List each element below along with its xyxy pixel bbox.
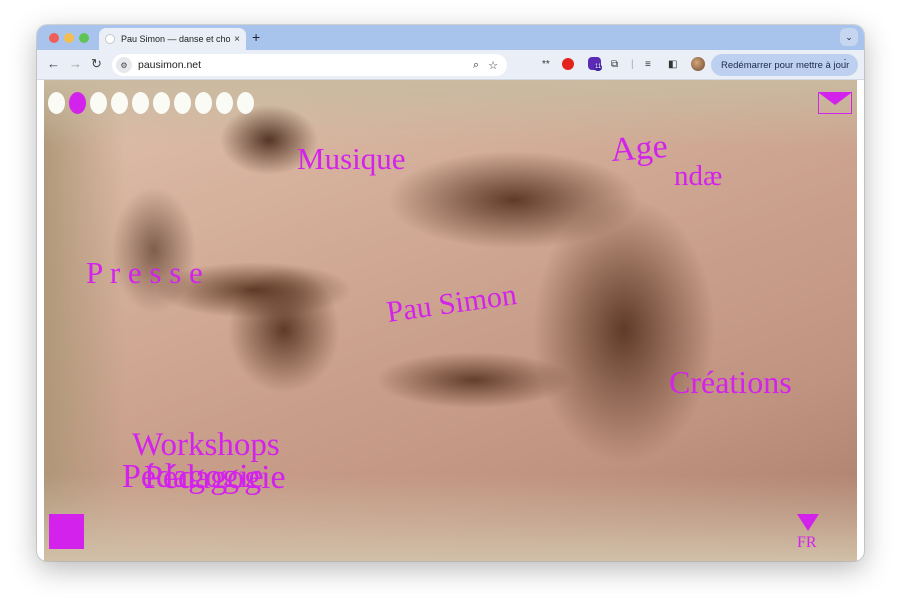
browser-window: Pau Simon — danse et chorég × + ⌄ ← → ↻ … — [37, 25, 864, 561]
slide-indicator — [48, 92, 254, 114]
tab-close-icon[interactable]: × — [234, 34, 240, 45]
back-arrow-icon[interactable]: ← — [47, 57, 60, 71]
slide-dot-active[interactable] — [69, 92, 86, 114]
nav-pau-simon[interactable]: Pau Simon — [385, 278, 519, 329]
reload-icon[interactable]: ↻ — [91, 57, 102, 71]
address-bar[interactable]: ⚙ pausimon.net ⌕ ☆ — [112, 54, 507, 76]
tab-title: Pau Simon — danse et chorég — [121, 34, 231, 44]
slide-dot[interactable] — [90, 92, 107, 114]
slide-dot[interactable] — [195, 92, 212, 114]
nav-agenda-bottom[interactable]: ndæ — [674, 162, 722, 191]
slide-dot[interactable] — [216, 92, 233, 114]
slide-dot[interactable] — [111, 92, 128, 114]
browser-toolbar: ← → ↻ ⚙ pausimon.net ⌕ ☆ ** 11 ⧉ | ≡ ◧ R… — [37, 50, 864, 80]
slide-dot[interactable] — [174, 92, 191, 114]
slide-dot[interactable] — [237, 92, 254, 114]
restart-label: Redémarrer pour mettre à jour — [721, 59, 850, 71]
language-switch[interactable]: FR — [797, 535, 817, 551]
url-text: pausimon.net — [138, 59, 202, 71]
extension-icon[interactable]: ** — [542, 58, 550, 72]
chrome-menu-icon[interactable]: ⋮ — [840, 58, 850, 69]
site-info-icon[interactable]: ⚙ — [116, 57, 132, 73]
mail-icon[interactable] — [818, 92, 852, 114]
favicon-icon — [105, 34, 115, 44]
opera-extension-icon[interactable] — [562, 58, 574, 70]
media-control-icon[interactable]: ≡ — [645, 58, 651, 72]
hero-photo-background: Musique Age ndæ P r e s s e Pau Simon Cr… — [44, 80, 857, 561]
slide-dot[interactable] — [153, 92, 170, 114]
browser-tab[interactable]: Pau Simon — danse et chorég × — [99, 28, 246, 50]
close-window-button[interactable] — [49, 33, 59, 43]
nav-pedagogie-overlap[interactable]: Pédagogie — [144, 461, 286, 495]
side-panel-icon[interactable]: ◧ — [668, 58, 677, 72]
nav-creations[interactable]: Créations — [669, 366, 792, 398]
nav-musique[interactable]: Musique — [297, 143, 406, 174]
bookmark-star-icon[interactable]: ☆ — [488, 59, 498, 72]
slide-dot[interactable] — [132, 92, 149, 114]
slide-dot[interactable] — [48, 92, 65, 114]
nav-presse[interactable]: P r e s s e — [86, 257, 203, 288]
maximize-window-button[interactable] — [79, 33, 89, 43]
nav-agenda-top[interactable]: Age — [610, 128, 669, 169]
toolbar-divider: | — [631, 59, 634, 70]
tab-search-button[interactable]: ⌄ — [840, 28, 858, 46]
profile-avatar[interactable] — [691, 57, 705, 71]
square-button[interactable] — [49, 514, 84, 549]
minimize-window-button[interactable] — [64, 33, 74, 43]
restart-update-button[interactable]: Redémarrer pour mettre à jour ⋮ — [711, 54, 858, 76]
badge-count: 11 — [594, 64, 603, 71]
forward-arrow-icon[interactable]: → — [69, 57, 82, 71]
new-tab-button[interactable]: + — [252, 28, 260, 46]
language-triangle-icon[interactable] — [797, 514, 819, 531]
puzzle-extensions-icon[interactable]: ⧉ — [611, 58, 618, 72]
notification-extension-icon[interactable]: 11 — [588, 57, 603, 71]
tab-bar: Pau Simon — danse et chorég × + ⌄ — [37, 25, 864, 50]
zoom-icon[interactable]: ⌕ — [473, 59, 479, 72]
